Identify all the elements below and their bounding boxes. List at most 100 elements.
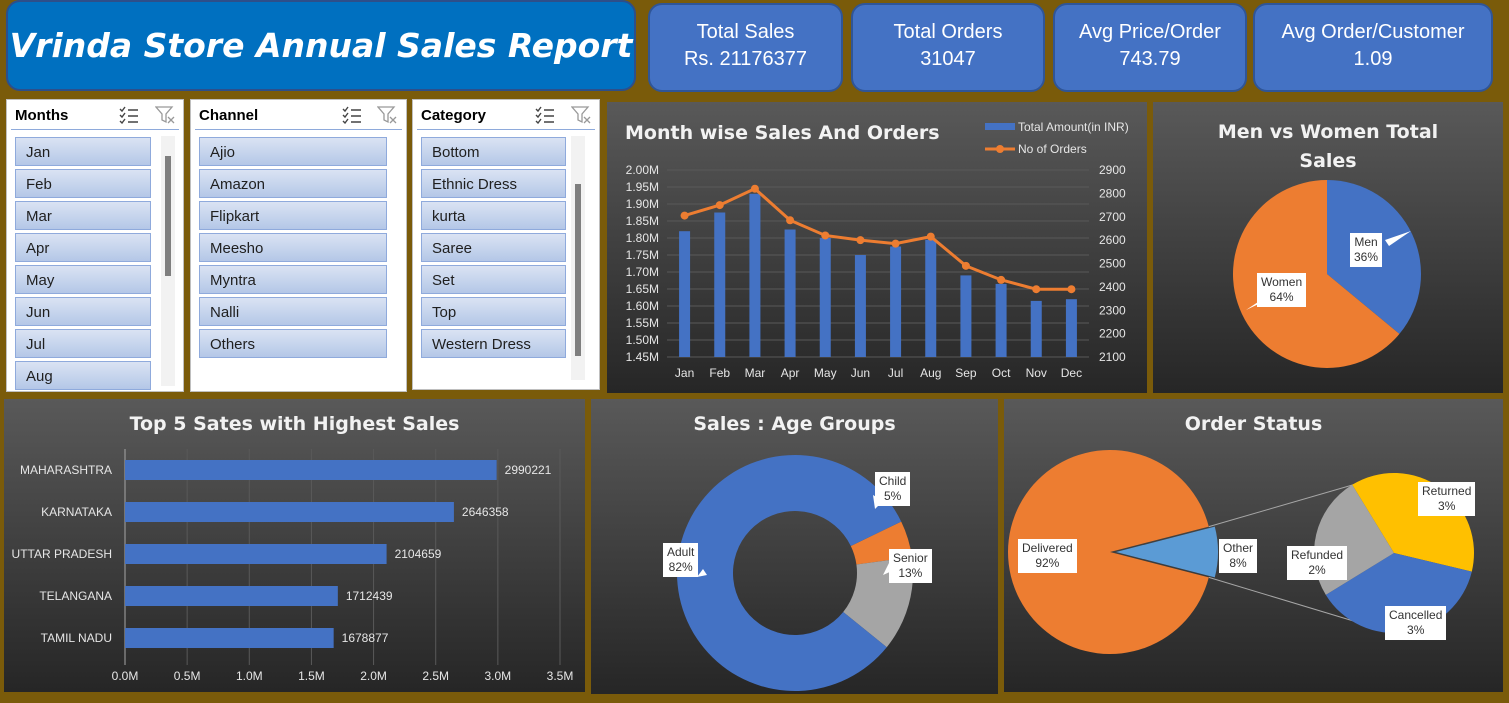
months-scrollbar[interactable] <box>161 136 175 386</box>
orders-point <box>856 236 865 245</box>
slicer-item[interactable]: Saree <box>421 233 566 262</box>
month-wise-chart: 1.45M 1.50M 1.55M 1.60M 1.65M 1.70M 1.75M 1.80M… <box>626 120 1129 380</box>
y-left-tick: 1.75M <box>626 248 659 262</box>
y-left-tick: 1.55M <box>626 316 659 330</box>
kpi-value: 1.09 <box>1353 48 1393 70</box>
slicer-item[interactable]: Aug <box>15 361 151 390</box>
data-label: 1678877 <box>342 631 389 645</box>
x-tick: 0.0M <box>112 669 139 683</box>
sales-bar <box>960 275 972 357</box>
data-label-returned: Returned 3% <box>1418 482 1476 516</box>
kpi-label: Avg Order/Customer <box>1281 21 1465 43</box>
age-groups-doughnut <box>677 455 913 691</box>
x-tick: Oct <box>992 366 1011 380</box>
slicer-item[interactable]: Jun <box>15 297 151 326</box>
slicer-item[interactable]: Mar <box>15 201 151 230</box>
sales-bar <box>679 231 691 357</box>
sales-bar <box>1065 299 1077 357</box>
data-label: 1712439 <box>346 589 393 603</box>
orders-point <box>821 231 830 240</box>
multi-select-icon[interactable] <box>119 106 139 124</box>
data-label-name: Men <box>1354 235 1378 249</box>
x-tick: Jan <box>675 366 694 380</box>
x-tick: 1.0M <box>236 669 263 683</box>
x-tick: Nov <box>1026 366 1047 380</box>
clear-filter-icon[interactable] <box>571 106 591 124</box>
y-right-tick: 2100 <box>1099 350 1126 364</box>
orders-point <box>750 184 759 193</box>
sales-bar <box>749 193 761 357</box>
top-states-bar-chart: 0.0M 0.5M 1.0M 1.5M 2.0M 2.5M 3.0M 3.5M MAHARASH… <box>12 449 573 683</box>
slicer-item[interactable]: May <box>15 265 151 294</box>
slicer-item[interactable]: Flipkart <box>199 201 387 230</box>
data-label-name: Senior <box>893 551 928 565</box>
y-left-tick: 2.00M <box>626 163 659 177</box>
data-label-pct: 3% <box>1407 623 1425 637</box>
y-left-tick: 1.45M <box>626 350 659 364</box>
x-tick: Aug <box>920 366 941 380</box>
state-bar <box>125 586 338 606</box>
x-tick: Jul <box>888 366 903 380</box>
slicer-item[interactable]: Ajio <box>199 137 387 166</box>
x-tick: Dec <box>1061 366 1082 380</box>
y-right-tick: 2600 <box>1099 233 1126 247</box>
slicer-item[interactable]: Top <box>421 297 566 326</box>
slicer-item[interactable]: Others <box>199 329 387 358</box>
sales-bar <box>819 238 831 357</box>
slicer-item[interactable]: kurta <box>421 201 566 230</box>
legend-label: Total Amount(in INR) <box>1018 120 1129 134</box>
data-label-name: Refunded <box>1291 548 1344 562</box>
slicer-header: Months <box>11 100 179 130</box>
y-left-tick: 1.50M <box>626 333 659 347</box>
state-bar <box>125 544 387 564</box>
kpi-total-sales: Total Sales Rs. 21176377 <box>648 3 843 92</box>
scroll-thumb[interactable] <box>575 184 581 356</box>
channel-slicer: Channel Ajio Amazon Flipkart Meesho Myntra Na… <box>190 99 407 392</box>
slicer-item[interactable]: Set <box>421 265 566 294</box>
clear-filter-icon[interactable] <box>377 106 397 124</box>
data-label-delivered: Delivered 92% <box>1018 539 1077 573</box>
slicer-item[interactable]: Apr <box>15 233 151 262</box>
multi-select-icon[interactable] <box>342 106 362 124</box>
legend-label: No of Orders <box>1018 142 1087 156</box>
orders-point <box>786 216 795 225</box>
slicer-item[interactable]: Ethnic Dress <box>421 169 566 198</box>
slicer-item[interactable]: Bottom <box>421 137 566 166</box>
data-label-child: Child 5% <box>875 472 911 506</box>
kpi-label: Avg Price/Order <box>1079 21 1221 43</box>
data-label-name: Women <box>1261 275 1303 289</box>
state-bar <box>125 460 497 480</box>
slicer-title: Channel <box>199 107 259 124</box>
slicer-item[interactable]: Meesho <box>199 233 387 262</box>
sales-bar <box>890 246 902 357</box>
y-tick: TAMIL NADU <box>41 631 112 645</box>
data-label-pct: 5% <box>884 489 902 503</box>
y-right-tick: 2500 <box>1099 257 1126 271</box>
slicer-item[interactable]: Feb <box>15 169 151 198</box>
y-tick: TELANGANA <box>39 589 112 603</box>
sales-bar <box>784 229 796 357</box>
multi-select-icon[interactable] <box>535 106 555 124</box>
clear-filter-icon[interactable] <box>155 106 175 124</box>
slicer-item[interactable]: Nalli <box>199 297 387 326</box>
data-label-pct: 13% <box>898 566 923 580</box>
data-label-name: Other <box>1223 541 1254 555</box>
data-label-adult: Adult 82% <box>663 543 699 577</box>
data-label: 2104659 <box>395 547 442 561</box>
slicer-item[interactable]: Jul <box>15 329 151 358</box>
x-tick: Mar <box>745 366 766 380</box>
slicer-item[interactable]: Western Dress <box>421 329 566 358</box>
data-label-pct: 82% <box>668 560 693 574</box>
slicer-header: Category <box>417 100 595 130</box>
y-tick: MAHARASHTRA <box>20 463 112 477</box>
slicer-item[interactable]: Myntra <box>199 265 387 294</box>
slicer-item[interactable]: Jan <box>15 137 151 166</box>
legend-marker <box>996 145 1004 153</box>
y-right-tick: 2900 <box>1099 163 1126 177</box>
orders-point <box>926 232 935 241</box>
scroll-thumb[interactable] <box>165 156 171 276</box>
slicer-item[interactable]: Amazon <box>199 169 387 198</box>
kpi-value: 743.79 <box>1119 48 1181 70</box>
category-scrollbar[interactable] <box>571 136 585 380</box>
y-right-tick: 2700 <box>1099 210 1126 224</box>
